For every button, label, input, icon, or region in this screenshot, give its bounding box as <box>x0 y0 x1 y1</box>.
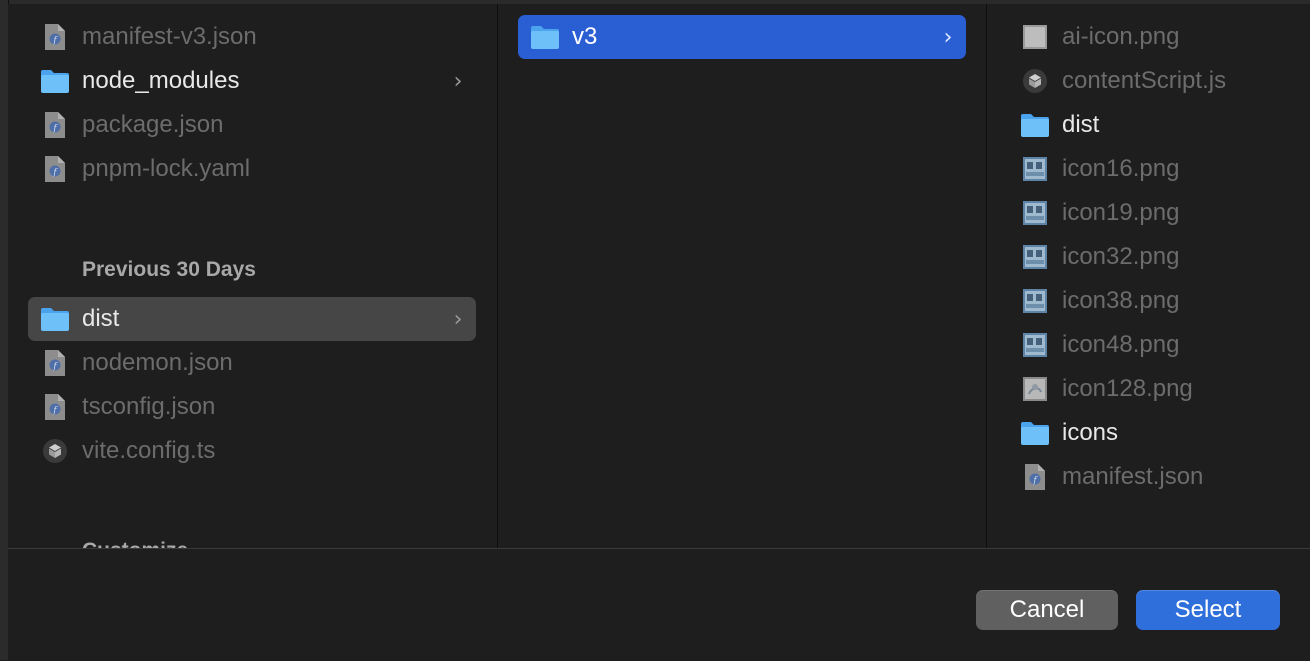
file-row[interactable]: contentScript.js <box>1008 59 1308 103</box>
json-document-icon: f <box>40 22 70 52</box>
file-row[interactable]: f manifest-v3.json <box>28 15 476 59</box>
column-3[interactable]: ai-icon.png contentScript.js dist icon16… <box>988 4 1310 548</box>
file-row[interactable]: f tsconfig.json <box>28 385 476 429</box>
folder-icon <box>1020 110 1050 140</box>
file-row[interactable]: icon16.png <box>1008 147 1308 191</box>
folder-name: node_modules <box>82 67 240 94</box>
folder-name: v3 <box>572 23 598 50</box>
chevron-right-icon: › <box>943 24 953 50</box>
section-header-customize: Customize <box>82 539 188 548</box>
file-name: icon19.png <box>1062 199 1180 226</box>
image-thumbnail-icon <box>1020 330 1050 360</box>
file-name: icon16.png <box>1062 155 1180 182</box>
file-picker-dialog: f manifest-v3.json node_modules › f pack… <box>0 0 1310 661</box>
file-row[interactable]: icon19.png <box>1008 191 1308 235</box>
folder-row-v3-selected[interactable]: v3 › <box>518 15 966 59</box>
file-row[interactable]: f manifest.json <box>1008 455 1308 499</box>
column-browser: f manifest-v3.json node_modules › f pack… <box>8 4 1310 548</box>
json-document-icon: f <box>40 110 70 140</box>
yaml-document-icon: f <box>40 154 70 184</box>
file-row[interactable]: icon32.png <box>1008 235 1308 279</box>
file-name: icon128.png <box>1062 375 1193 402</box>
file-name: icon32.png <box>1062 243 1180 270</box>
file-name: package.json <box>82 111 224 138</box>
json-document-icon: f <box>1020 462 1050 492</box>
file-name: contentScript.js <box>1062 67 1227 94</box>
file-row[interactable]: f nodemon.json <box>28 341 476 385</box>
folder-icon <box>40 304 70 334</box>
chevron-right-icon: › <box>453 68 463 94</box>
file-name: ai-icon.png <box>1062 23 1180 50</box>
file-row[interactable]: ai-icon.png <box>1008 15 1308 59</box>
column-2[interactable]: v3 › <box>498 4 987 548</box>
file-name: manifest-v3.json <box>82 23 257 50</box>
file-row[interactable]: icon48.png <box>1008 323 1308 367</box>
file-name: tsconfig.json <box>82 393 216 420</box>
folder-name: dist <box>1062 111 1100 138</box>
folder-row-node-modules[interactable]: node_modules › <box>28 59 476 103</box>
folder-icon <box>1020 418 1050 448</box>
file-row[interactable]: f package.json <box>28 103 476 147</box>
file-name: icon38.png <box>1062 287 1180 314</box>
json-document-icon: f <box>40 392 70 422</box>
column-1[interactable]: f manifest-v3.json node_modules › f pack… <box>8 4 498 548</box>
file-name: manifest.json <box>1062 463 1204 490</box>
executable-icon <box>1020 66 1050 96</box>
image-thumbnail-icon <box>1020 154 1050 184</box>
folder-row-dist-selected[interactable]: dist › <box>28 297 476 341</box>
image-thumbnail-icon <box>1020 286 1050 316</box>
section-header-previous-30-days: Previous 30 Days <box>82 258 256 281</box>
folder-row-dist[interactable]: dist <box>1008 103 1308 147</box>
folder-icon <box>40 66 70 96</box>
image-thumbnail-icon <box>1020 374 1050 404</box>
json-document-icon: f <box>40 348 70 378</box>
folder-icon <box>530 22 560 52</box>
image-thumbnail-icon <box>1020 242 1050 272</box>
cancel-button[interactable]: Cancel <box>976 590 1118 630</box>
file-name: icon48.png <box>1062 331 1180 358</box>
file-name: pnpm-lock.yaml <box>82 155 251 182</box>
dialog-footer: Cancel Select <box>8 548 1310 661</box>
select-button[interactable]: Select <box>1136 590 1280 630</box>
file-row[interactable]: icon38.png <box>1008 279 1308 323</box>
folder-row-icons[interactable]: icons <box>1008 411 1308 455</box>
file-row[interactable]: f pnpm-lock.yaml <box>28 147 476 191</box>
file-name: vite.config.ts <box>82 437 216 464</box>
file-name: nodemon.json <box>82 349 233 376</box>
executable-icon <box>40 436 70 466</box>
folder-name: dist <box>82 305 120 332</box>
file-row[interactable]: icon128.png <box>1008 367 1308 411</box>
chevron-right-icon: › <box>453 306 463 332</box>
image-file-icon <box>1020 22 1050 52</box>
folder-name: icons <box>1062 419 1119 446</box>
image-thumbnail-icon <box>1020 198 1050 228</box>
file-row[interactable]: vite.config.ts <box>28 429 476 473</box>
